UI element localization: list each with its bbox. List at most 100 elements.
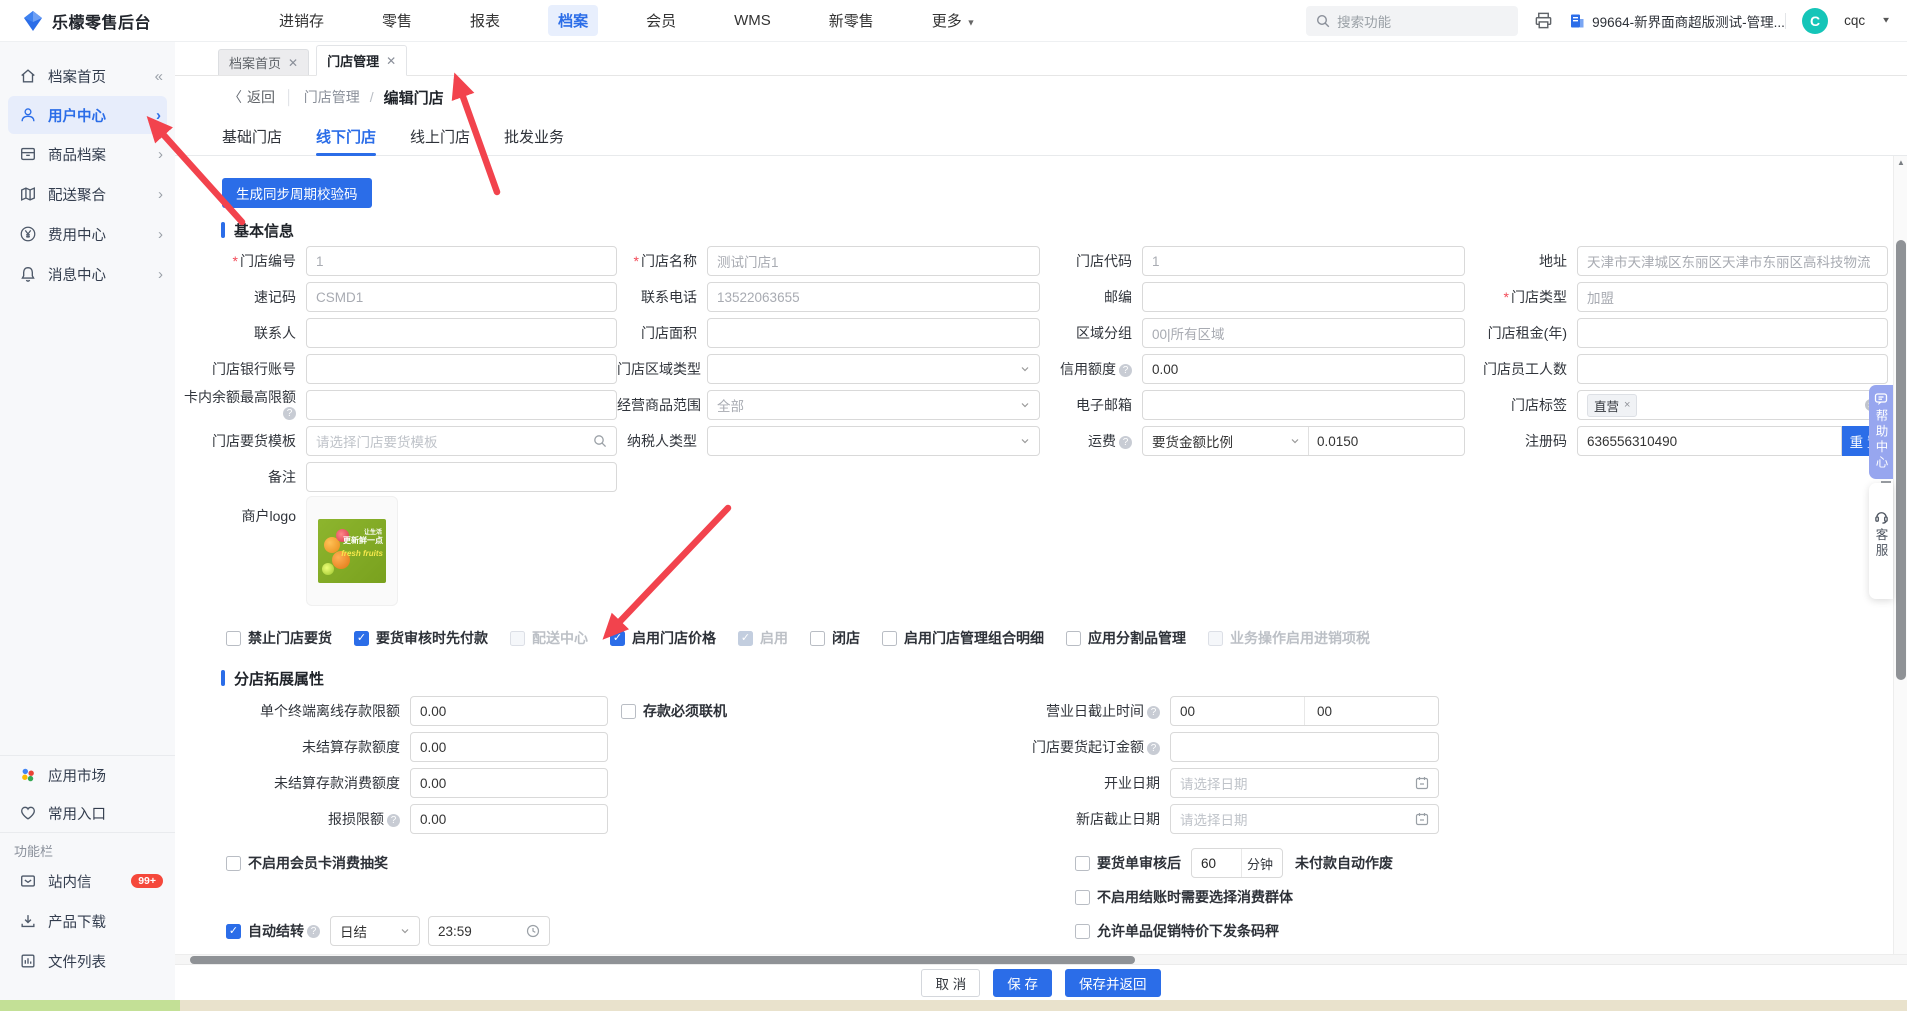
checkbox-review-void[interactable]: ✓要货单审核后 (1075, 853, 1181, 873)
org-switcher[interactable]: 99664-新界面商超版测试-管理... (1569, 11, 1785, 31)
collapse-icon[interactable]: « (155, 68, 163, 85)
help-icon[interactable]: ? (1119, 364, 1132, 377)
checkbox-启用门店价格[interactable]: ✓ 启用门店价格 (610, 628, 716, 648)
field-地址[interactable]: 天津市天津城区东丽区天津市东丽区高科技物流 (1577, 246, 1888, 276)
field-纳税人类型[interactable] (707, 426, 1040, 456)
sidebar-item-档案首页[interactable]: 档案首页 « (0, 56, 175, 96)
user-menu-chevron-icon[interactable]: ▼ (1881, 16, 1891, 25)
subtab-批发业务[interactable]: 批发业务 (504, 118, 564, 155)
field-注册码[interactable]: 636556310490 重 置 (1577, 426, 1888, 456)
nav-item-更多[interactable]: 更多 ▼ (922, 5, 986, 36)
scrollbar-up-arrow-icon[interactable]: ▲ (1897, 159, 1905, 167)
sidebar-item-文件列表[interactable]: 文件列表 (0, 941, 175, 981)
field-联系电话[interactable]: 13522063655 (707, 282, 1040, 312)
horizontal-scrollbar-thumb[interactable] (190, 956, 1135, 964)
generate-sync-code-button[interactable]: 生成同步周期校验码 (222, 178, 372, 208)
sidebar-item-消息中心[interactable]: 消息中心 › (0, 254, 175, 294)
printer-icon[interactable] (1534, 11, 1553, 30)
checkbox-allow-scale-promo[interactable]: ✓允许单品促销特价下发条码秤 (1075, 921, 1279, 941)
store-tag-chip[interactable]: 直营 × (1587, 393, 1638, 417)
field-未结算存款额度[interactable]: 0.00 (410, 732, 608, 762)
sidebar-item-用户中心[interactable]: 用户中心 › (8, 96, 167, 134)
checkbox-应用分割品管理[interactable]: ✓应用分割品管理 (1066, 628, 1186, 648)
sidebar-item-站内信[interactable]: 站内信 99+ (0, 861, 175, 901)
field-门店员工人数[interactable] (1577, 354, 1888, 384)
checkbox-no-lottery[interactable]: ✓不启用会员卡消费抽奖 (226, 853, 388, 873)
nav-item-报表[interactable]: 报表 (460, 5, 510, 36)
review-minutes-input[interactable]: 60 分钟 (1191, 848, 1283, 878)
checkbox-要货审核时先付款[interactable]: ✓ 要货审核时先付款 (354, 628, 488, 648)
field-新店截止日期[interactable]: 请选择日期 (1170, 804, 1439, 834)
field-速记码[interactable]: CSMD1 (306, 282, 617, 312)
help-icon[interactable]: ? (283, 407, 296, 420)
sidebar-item-配送聚合[interactable]: 配送聚合 › (0, 174, 175, 214)
field-报损限额[interactable]: 0.00 (410, 804, 608, 834)
field-电子邮箱[interactable] (1142, 390, 1465, 420)
field-门店代码[interactable]: 1 (1142, 246, 1465, 276)
field-门店区域类型[interactable] (707, 354, 1040, 384)
nav-item-进销存[interactable]: 进销存 (269, 5, 334, 36)
page-tab-档案首页[interactable]: 档案首页 ✕ (218, 49, 310, 75)
field-运费[interactable]: 要货金额比例 0.0150 (1142, 426, 1465, 456)
field-门店标签[interactable]: 直营 × (1577, 390, 1888, 420)
field-门店要货模板[interactable]: 请选择门店要货模板 (306, 426, 617, 456)
field-联系人[interactable] (306, 318, 617, 348)
sidebar-item-常用入口[interactable]: 常用入口 (0, 794, 175, 832)
save-and-return-button[interactable]: 保存并返回 (1065, 968, 1161, 997)
field-未结算存款消费额度[interactable]: 0.00 (410, 768, 608, 798)
subtab-线下门店[interactable]: 线下门店 (316, 118, 377, 156)
field-门店租金(年)[interactable] (1577, 318, 1888, 348)
field-门店编号[interactable]: 1 (306, 246, 617, 276)
horizontal-scrollbar[interactable] (175, 954, 1907, 964)
checkbox-auto-carryover[interactable]: ✓ 自动结转 (226, 921, 304, 941)
checkbox-no-consumer-group[interactable]: ✓不启用结账时需要选择消费群体 (1075, 887, 1293, 907)
field-门店面积[interactable] (707, 318, 1040, 348)
back-button[interactable]: 〈 返回 (228, 87, 275, 107)
nav-item-档案[interactable]: 档案 (548, 5, 599, 36)
customer-service-float[interactable]: 客服 (1869, 483, 1893, 599)
checkbox-闭店[interactable]: ✓闭店 (810, 628, 860, 648)
checkbox-启用门店管理组合明细[interactable]: ✓启用门店管理组合明细 (882, 628, 1044, 648)
field-单个终端离线存款限额[interactable]: 0.00 (410, 696, 608, 726)
sidebar-item-费用中心[interactable]: 费用中心 › (0, 214, 175, 254)
auto-carryover-select[interactable]: 日结 (330, 916, 420, 946)
field-开业日期[interactable]: 请选择日期 (1170, 768, 1439, 798)
vertical-scrollbar-thumb[interactable] (1896, 240, 1906, 680)
sidebar-item-产品下载[interactable]: 产品下载 (0, 901, 175, 941)
field-经营商品范围[interactable]: 全部 (707, 390, 1040, 420)
help-icon[interactable]: ? (1147, 706, 1160, 719)
field-门店名称[interactable]: 测试门店1 (707, 246, 1040, 276)
auto-carryover-time[interactable]: 23:59 (428, 916, 550, 946)
help-icon[interactable]: ? (1119, 436, 1132, 449)
save-button[interactable]: 保 存 (993, 968, 1053, 997)
field-门店类型[interactable]: 加盟 (1577, 282, 1888, 312)
cancel-button[interactable]: 取 消 (921, 968, 981, 997)
help-icon[interactable]: ? (1147, 742, 1160, 755)
avatar[interactable]: C (1802, 7, 1829, 34)
field-邮编[interactable] (1142, 282, 1465, 312)
field-营业日截止时间[interactable]: 00 00 (1170, 696, 1439, 726)
nav-item-零售[interactable]: 零售 (372, 5, 422, 36)
field-门店银行账号[interactable] (306, 354, 617, 384)
subtab-基础门店[interactable]: 基础门店 (222, 118, 282, 155)
subtab-线上门店[interactable]: 线上门店 (410, 118, 470, 155)
help-icon[interactable]: ? (387, 814, 400, 827)
help-center-float[interactable]: 帮助中心 (1869, 385, 1893, 492)
breadcrumb-parent[interactable]: 门店管理 (304, 87, 360, 107)
field-信用额度[interactable]: 0.00 (1142, 354, 1465, 384)
merchant-logo-uploader[interactable]: 让生活 更新鲜一点 fresh fruits (306, 496, 398, 606)
close-icon[interactable]: ✕ (386, 54, 396, 68)
nav-item-新零售[interactable]: 新零售 (819, 5, 884, 36)
sidebar-item-商品档案[interactable]: 商品档案 › (0, 134, 175, 174)
nav-item-会员[interactable]: 会员 (636, 5, 686, 36)
field-备注[interactable] (306, 462, 617, 492)
vertical-scrollbar[interactable]: ▲ (1893, 156, 1907, 954)
field-门店要货起订金额[interactable] (1170, 732, 1439, 762)
sidebar-item-应用市场[interactable]: 应用市场 (0, 756, 175, 794)
field-卡内余额最高限额[interactable] (306, 390, 617, 420)
nav-item-WMS[interactable]: WMS (724, 7, 781, 34)
checkbox-存款必须联机[interactable]: ✓存款必须联机 (621, 701, 727, 721)
checkbox-禁止门店要货[interactable]: ✓禁止门店要货 (226, 628, 332, 648)
search-input[interactable]: 搜索功能 (1306, 5, 1519, 36)
field-区域分组[interactable]: 00|所有区域 (1142, 318, 1465, 348)
